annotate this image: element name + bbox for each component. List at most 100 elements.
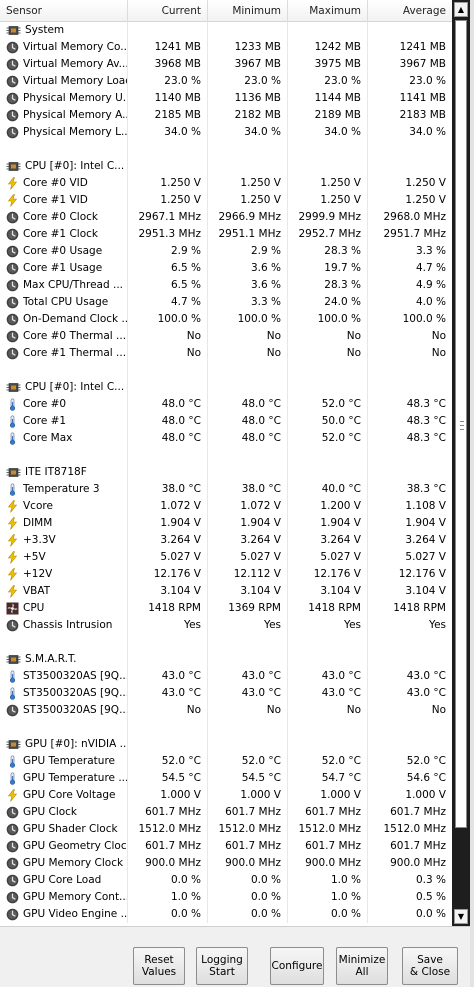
sensor-row[interactable]: Virtual Memory Co... 1241 MB 1233 MB 1242 M… bbox=[0, 39, 452, 56]
minimum-value: 2182 MB bbox=[208, 107, 288, 124]
sensor-row[interactable]: Core #0 Clock 2967.1 MHz 2966.9 MHz 2999.9 … bbox=[0, 209, 452, 226]
sensor-row[interactable]: Max CPU/Thread ... 6.5 % 3.6 % 28.3 % 4.9 % bbox=[0, 277, 452, 294]
sensor-name-cell: Physical Memory L... bbox=[0, 124, 128, 141]
chip-icon bbox=[6, 738, 21, 751]
column-header-average[interactable]: Average bbox=[368, 0, 452, 22]
sensor-row[interactable]: Chassis Intrusion Yes Yes Yes Yes bbox=[0, 617, 452, 634]
circle-icon bbox=[6, 874, 19, 887]
sensor-row[interactable]: Core Max 48.0 °C 48.0 °C 52.0 °C 48.3 °C bbox=[0, 430, 452, 447]
current-value: 1.072 V bbox=[128, 498, 208, 515]
sensor-row[interactable]: Core #0 48.0 °C 48.0 °C 52.0 °C 48.3 °C bbox=[0, 396, 452, 413]
average-value: 0.5 % bbox=[415, 891, 446, 903]
sensor-row[interactable]: +5V 5.027 V 5.027 V 5.027 V 5.027 V bbox=[0, 549, 452, 566]
sensor-row[interactable]: GPU Video Engine ... 0.0 % 0.0 % 0.0 % 0.0 % bbox=[0, 906, 452, 923]
maximum-value: 601.7 MHz bbox=[288, 838, 368, 855]
bolt-icon bbox=[6, 789, 19, 802]
sensor-row[interactable]: +3.3V 3.264 V 3.264 V 3.264 V 3.264 V bbox=[0, 532, 452, 549]
sensor-label: Temperature 3 bbox=[23, 483, 100, 495]
sensor-group-row[interactable]: CPU [#0]: Intel C... bbox=[0, 158, 452, 175]
maximum-value: 1144 MB bbox=[288, 90, 368, 107]
circle-icon bbox=[6, 126, 19, 139]
sensor-label: CPU [#0]: Intel C... bbox=[25, 160, 125, 172]
sensor-row[interactable]: Core #1 Clock 2951.3 MHz 2951.1 MHz 2952.7 … bbox=[0, 226, 452, 243]
minimize-all-button[interactable]: Minimize All bbox=[336, 947, 388, 985]
scroll-down-icon[interactable]: ▼ bbox=[454, 909, 468, 924]
scroll-up-icon[interactable]: ▲ bbox=[454, 2, 468, 17]
sensor-row[interactable]: Total CPU Usage 4.7 % 3.3 % 24.0 % 4.0 % bbox=[0, 294, 452, 311]
sensor-label: Core #1 Usage bbox=[23, 262, 103, 274]
sensor-row[interactable]: Core #1 VID 1.250 V 1.250 V 1.250 V 1.250 V bbox=[0, 192, 452, 209]
minimum-value: 3.104 V bbox=[208, 583, 288, 600]
current-value bbox=[128, 158, 208, 175]
table-header: Sensor Current Minimum Maximum Average bbox=[0, 0, 452, 22]
sensor-row[interactable]: VBAT 3.104 V 3.104 V 3.104 V 3.104 V bbox=[0, 583, 452, 600]
sensor-row[interactable]: Physical Memory A... 2185 MB 2182 MB 2189 M… bbox=[0, 107, 452, 124]
sensor-row[interactable]: GPU Clock 601.7 MHz 601.7 MHz 601.7 MHz 601.… bbox=[0, 804, 452, 821]
logging-start-button[interactable]: Logging Start bbox=[196, 947, 248, 985]
sensor-row[interactable]: Core #0 Thermal ... No No No No bbox=[0, 328, 452, 345]
maximum-value: 5.027 V bbox=[288, 549, 368, 566]
sensor-row[interactable]: GPU Memory Cont... 1.0 % 0.0 % 1.0 % 0.5 % bbox=[0, 889, 452, 906]
sensor-row[interactable]: Virtual Memory Av... 3968 MB 3967 MB 3975 M… bbox=[0, 56, 452, 73]
scrollbar-thumb[interactable] bbox=[455, 20, 467, 828]
sensor-group-row[interactable]: ITE IT8718F bbox=[0, 464, 452, 481]
minimum-value bbox=[208, 379, 288, 396]
maximum-value: No bbox=[288, 702, 368, 719]
sensor-row[interactable]: ST3500320AS [9Q... 43.0 °C 43.0 °C 43.0 °C 4… bbox=[0, 685, 452, 702]
spacer-row bbox=[0, 447, 452, 464]
column-header-sensor[interactable]: Sensor bbox=[0, 0, 128, 22]
maximum-value: 23.0 % bbox=[288, 73, 368, 90]
current-value: 1140 MB bbox=[128, 90, 208, 107]
sensor-group-row[interactable]: GPU [#0]: nVIDIA ... bbox=[0, 736, 452, 753]
sensor-row[interactable]: Temperature 3 38.0 °C 38.0 °C 40.0 °C 38.3 °… bbox=[0, 481, 452, 498]
minimum-value: 43.0 °C bbox=[208, 685, 288, 702]
current-value bbox=[128, 141, 208, 158]
sensor-row[interactable]: Core #0 VID 1.250 V 1.250 V 1.250 V 1.250 V bbox=[0, 175, 452, 192]
sensor-row[interactable]: GPU Temperature ... 54.5 °C 54.5 °C 54.7 °C… bbox=[0, 770, 452, 787]
sensor-row[interactable]: +12V 12.176 V 12.112 V 12.176 V 12.176 V bbox=[0, 566, 452, 583]
sensor-row[interactable]: GPU Shader Clock 1512.0 MHz 1512.0 MHz 1512… bbox=[0, 821, 452, 838]
sensor-name-cell: GPU Memory Clock bbox=[0, 855, 128, 872]
sensor-row[interactable]: Physical Memory U... 1140 MB 1136 MB 1144 M… bbox=[0, 90, 452, 107]
circle-icon bbox=[6, 228, 19, 241]
reset-values-button[interactable]: Reset Values bbox=[133, 947, 185, 985]
sensor-row[interactable]: Physical Memory L... 34.0 % 34.0 % 34.0 % 34… bbox=[0, 124, 452, 141]
vertical-scrollbar[interactable]: ▲ ▼ bbox=[452, 0, 470, 926]
sensor-group-row[interactable]: System bbox=[0, 22, 452, 39]
sensor-row[interactable]: GPU Core Voltage 1.000 V 1.000 V 1.000 V 1.0… bbox=[0, 787, 452, 804]
configure-button[interactable]: Configure bbox=[270, 947, 324, 985]
sensor-name-cell: Core #1 bbox=[0, 413, 128, 430]
sensor-name-cell: On-Demand Clock ... bbox=[0, 311, 128, 328]
sensor-row[interactable]: GPU Memory Clock 900.0 MHz 900.0 MHz 900.0 … bbox=[0, 855, 452, 872]
sensor-row[interactable]: Core #1 Usage 6.5 % 3.6 % 19.7 % 4.7 % bbox=[0, 260, 452, 277]
current-value: 601.7 MHz bbox=[128, 838, 208, 855]
current-value: 3.264 V bbox=[128, 532, 208, 549]
average-value: 1141 MB bbox=[399, 92, 446, 104]
minimum-value: 2951.1 MHz bbox=[208, 226, 288, 243]
sensor-row[interactable]: GPU Core Load 0.0 % 0.0 % 1.0 % 0.3 % bbox=[0, 872, 452, 889]
sensor-row[interactable]: Core #1 Thermal ... No No No No bbox=[0, 345, 452, 362]
column-header-current[interactable]: Current bbox=[128, 0, 208, 22]
sensor-row[interactable]: Vcore 1.072 V 1.072 V 1.200 V 1.108 V bbox=[0, 498, 452, 515]
average-value: 1.904 V bbox=[405, 517, 446, 529]
sensor-row[interactable]: CPU 1418 RPM 1369 RPM 1418 RPM 1418 RPM bbox=[0, 600, 452, 617]
column-header-maximum[interactable]: Maximum bbox=[288, 0, 368, 22]
circle-icon bbox=[6, 619, 19, 632]
column-header-minimum[interactable]: Minimum bbox=[208, 0, 288, 22]
sensor-row[interactable]: DIMM 1.904 V 1.904 V 1.904 V 1.904 V bbox=[0, 515, 452, 532]
sensor-row[interactable]: Core #0 Usage 2.9 % 2.9 % 28.3 % 3.3 % bbox=[0, 243, 452, 260]
sensor-label: GPU Core Voltage bbox=[23, 789, 116, 801]
sensor-row[interactable]: Virtual Memory Load 23.0 % 23.0 % 23.0 % 23.… bbox=[0, 73, 452, 90]
sensor-row[interactable]: GPU Temperature 52.0 °C 52.0 °C 52.0 °C 52.0… bbox=[0, 753, 452, 770]
sensor-group-row[interactable]: S.M.A.R.T. bbox=[0, 651, 452, 668]
sensor-row[interactable]: GPU Geometry Clock 601.7 MHz 601.7 MHz 601.… bbox=[0, 838, 452, 855]
average-value: 2183 MB bbox=[399, 109, 446, 121]
sensor-label: +3.3V bbox=[23, 534, 56, 546]
sensor-row[interactable]: ST3500320AS [9Q... No No No No bbox=[0, 702, 452, 719]
sensor-group-row[interactable]: CPU [#0]: Intel C... bbox=[0, 379, 452, 396]
sensor-name-cell: +5V bbox=[0, 549, 128, 566]
sensor-row[interactable]: Core #1 48.0 °C 48.0 °C 50.0 °C 48.3 °C bbox=[0, 413, 452, 430]
sensor-row[interactable]: ST3500320AS [9Q... 43.0 °C 43.0 °C 43.0 °C 4… bbox=[0, 668, 452, 685]
sensor-row[interactable]: On-Demand Clock ... 100.0 % 100.0 % 100.0 %… bbox=[0, 311, 452, 328]
save-close-button[interactable]: Save & Close bbox=[402, 947, 458, 985]
